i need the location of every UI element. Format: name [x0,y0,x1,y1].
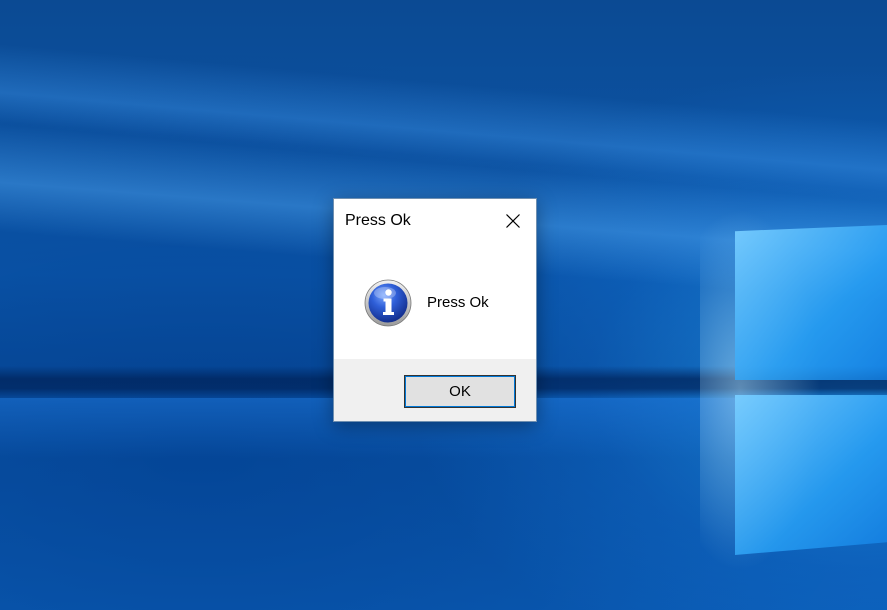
message-text: Press Ok [427,294,489,311]
ok-button[interactable]: OK [404,375,516,408]
title-bar[interactable]: Press Ok [334,199,536,243]
close-icon [506,214,520,228]
message-content: Press Ok [334,243,536,359]
information-icon [364,279,412,327]
dialog-title: Press Ok [345,212,411,229]
windows-logo-pane [735,395,887,555]
button-area: OK [334,359,536,421]
windows-logo-pane [735,225,887,380]
close-button[interactable] [490,199,536,243]
message-box: Press Ok Press Ok OK [333,198,537,422]
